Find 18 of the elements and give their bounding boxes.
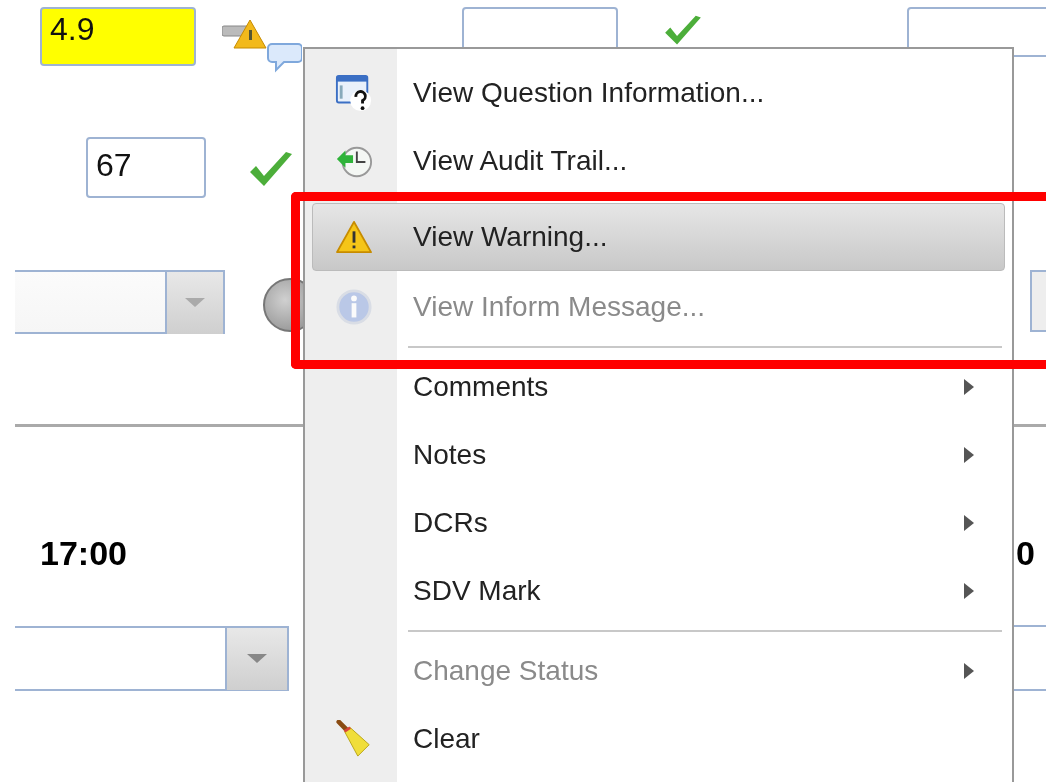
dropdown[interactable] xyxy=(15,626,289,691)
score-field[interactable]: 4.9 xyxy=(40,7,196,66)
count-field[interactable]: 67 xyxy=(86,137,206,198)
broom-icon xyxy=(335,720,373,758)
menu-item[interactable]: View Audit Trail... xyxy=(312,127,1005,195)
menu-item[interactable]: Notes xyxy=(312,421,1005,489)
warning-icon xyxy=(335,220,373,254)
time-label: 17:00 xyxy=(40,534,127,573)
menu-item[interactable]: DCRs xyxy=(312,489,1005,557)
time-label: 0 xyxy=(1016,534,1035,573)
menu-item[interactable]: Clear xyxy=(312,705,1005,773)
menu-item[interactable]: SDV Mark xyxy=(312,557,1005,625)
dropdown[interactable] xyxy=(15,270,225,334)
menu-item[interactable]: Comments xyxy=(312,353,1005,421)
menu-item[interactable]: View Warning... xyxy=(312,203,1005,271)
info-icon xyxy=(335,288,373,326)
help-window-icon xyxy=(335,74,373,112)
menu-item[interactable]: View Question Information... xyxy=(312,59,1005,127)
